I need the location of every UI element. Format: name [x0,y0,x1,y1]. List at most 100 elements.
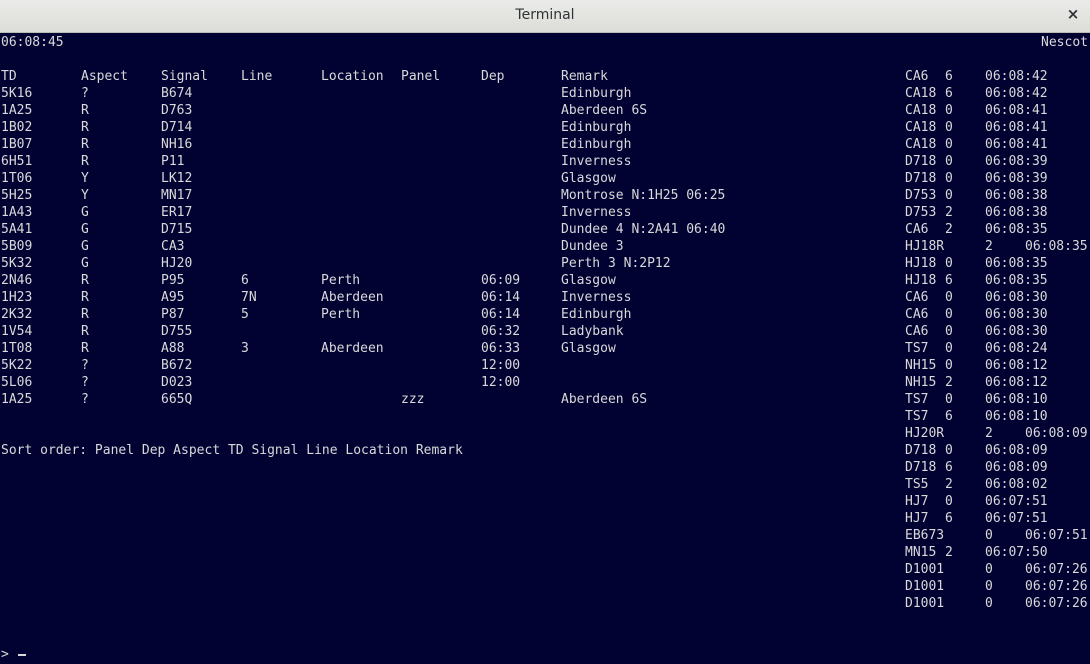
cell-signal: P11 [161,154,185,169]
cell-signal: B674 [161,86,193,101]
cell-td: 1A25 [1,103,33,118]
log-code: 0 [945,171,953,186]
cell-remark: Dundee 4 N:2A41 06:40 [561,222,726,237]
log-code: 6 [945,409,953,424]
cell-remark: Edinburgh [561,137,632,152]
cell-aspect: R [81,324,89,339]
log-code: 0 [945,324,953,339]
close-icon[interactable]: × [1064,5,1082,25]
cell-signal: A88 [161,341,185,356]
log-code: 0 [945,137,953,152]
window-titlebar[interactable]: Terminal × [0,0,1090,33]
cell-td: 1T06 [1,171,33,186]
cell-signal: D023 [161,375,193,390]
cell-td: 5K22 [1,358,33,373]
cell-location: Perth [321,273,361,288]
cell-td: 2K32 [1,307,33,322]
cell-td: 1A25 [1,392,33,407]
log-time: 06:07:51 [985,494,1048,509]
terminal-screen[interactable]: 06:08:45 Nescot TD Aspect Signal Line Locati… [0,33,1090,664]
cell-signal: CA3 [161,239,185,254]
cell-signal: 665Q [161,392,193,407]
cell-remark: Montrose N:1H25 06:25 [561,188,726,203]
log-code: 2 [945,545,953,560]
log-berth: CA18 [905,137,937,152]
log-time: 06:08:35 [985,273,1048,288]
log-time: 06:08:41 [985,137,1048,152]
cell-aspect: R [81,290,89,305]
cell-td: 1H23 [1,290,33,305]
cell-aspect: ? [81,86,89,101]
log-code: 2 [945,222,953,237]
cell-signal: NH16 [161,137,193,152]
log-time: 06:08:09 [985,443,1048,458]
cell-aspect: G [81,205,89,220]
log-time: 06:08:10 [985,392,1048,407]
log-time: 06:08:30 [985,307,1048,322]
log-time: 06:08:39 [985,154,1048,169]
text-cursor[interactable] [18,654,26,656]
cell-aspect: R [81,103,89,118]
cell-signal: ER17 [161,205,193,220]
cell-signal: LK12 [161,171,193,186]
cell-signal: HJ20 [161,256,193,271]
cell-remark: Aberdeen 6S [561,392,648,407]
cell-remark: Inverness [561,154,632,169]
cell-dep: 06:14 [481,307,521,322]
log-code: 6 [945,273,953,288]
log-berth: CA6 [905,290,929,305]
log-time: 06:08:38 [985,205,1048,220]
log-code: 0 [945,443,953,458]
log-berth: TS7 [905,409,929,424]
log-code: 0 [985,562,993,577]
cell-dep: 12:00 [481,358,521,373]
log-berth: HJ20R [905,426,945,441]
cell-aspect: R [81,273,89,288]
cell-td: 5K32 [1,256,33,271]
cell-aspect: ? [81,375,89,390]
log-time: 06:08:02 [985,477,1048,492]
log-code: 0 [945,103,953,118]
log-code: 0 [945,120,953,135]
cell-td: 1T08 [1,341,33,356]
log-code: 0 [945,392,953,407]
cell-line: 3 [241,341,249,356]
log-berth: D753 [905,205,937,220]
log-code: 2 [985,426,993,441]
cell-dep: 06:33 [481,341,521,356]
cell-dep: 12:00 [481,375,521,390]
log-time: 06:08:41 [985,103,1048,118]
log-berth: MN15 [905,545,937,560]
cell-aspect: R [81,154,89,169]
cell-line: 5 [241,307,249,322]
log-time: 06:08:12 [985,375,1048,390]
log-time: 06:08:09 [1025,426,1088,441]
log-code: 2 [945,375,953,390]
cell-aspect: Y [81,171,89,186]
log-code: 2 [985,239,993,254]
cell-remark: Glasgow [561,341,616,356]
column-header-line: Line [241,69,273,84]
column-header-aspect: Aspect [81,69,128,84]
clock: 06:08:45 [1,35,64,50]
log-time: 06:08:42 [985,86,1048,101]
location-name: Nescot [1041,35,1088,50]
log-code: 0 [945,154,953,169]
cell-signal: D714 [161,120,193,135]
log-time: 06:07:26 [1025,579,1088,594]
log-berth: EB673 [905,528,945,543]
cell-remark: Aberdeen 6S [561,103,648,118]
log-code: 0 [945,494,953,509]
cell-location: Aberdeen [321,341,384,356]
log-berth: HJ7 [905,494,929,509]
cell-td: 2N46 [1,273,33,288]
cell-remark: Ladybank [561,324,624,339]
log-berth: D753 [905,188,937,203]
log-time: 06:07:26 [1025,562,1088,577]
log-berth: TS7 [905,392,929,407]
window-title: Terminal [515,7,575,23]
cell-td: 5B09 [1,239,33,254]
log-berth: CA6 [905,69,929,84]
log-code: 0 [985,596,993,611]
cell-remark: Inverness [561,205,632,220]
